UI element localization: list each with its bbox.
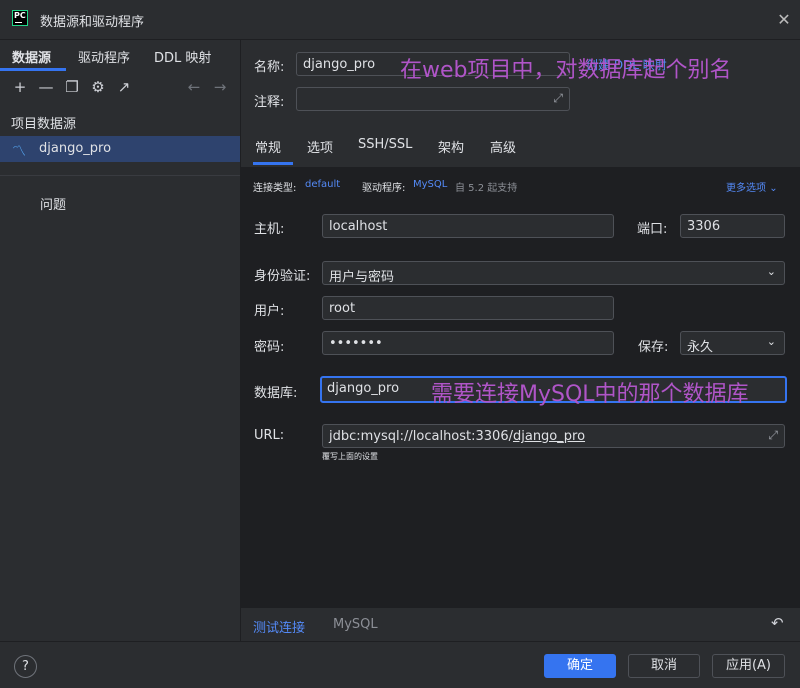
url-input[interactable]: jdbc:mysql://localhost:3306/django_pro ⤢	[322, 424, 785, 448]
ok-button[interactable]: 确定	[544, 654, 616, 678]
user-label: 用户:	[254, 304, 285, 319]
reset-icon[interactable]: ↶	[771, 614, 784, 632]
url-prefix: jdbc:mysql://localhost:3306/	[329, 429, 513, 444]
active-tab-indicator	[0, 68, 66, 71]
divider	[0, 175, 240, 176]
back-arrow-icon[interactable]: ←	[185, 78, 203, 96]
host-input[interactable]: localhost	[322, 214, 614, 238]
more-options-label: 更多选项	[726, 183, 766, 194]
test-connection-link[interactable]: 测试连接	[253, 617, 305, 636]
annotation-database: 需要连接MySQL中的那个数据库	[431, 382, 749, 407]
name-label: 名称:	[254, 60, 285, 75]
auth-value: 用户与密码	[329, 270, 395, 285]
tab-general[interactable]: 常规	[255, 137, 281, 156]
save-value: 永久	[687, 340, 714, 355]
help-icon[interactable]: ?	[14, 655, 37, 678]
problems-item[interactable]: 问题	[40, 194, 66, 213]
url-hint: 覆写上面的设置	[322, 452, 378, 461]
add-icon[interactable]: +	[11, 78, 29, 96]
tab-data-sources[interactable]: 数据源	[12, 47, 51, 66]
dialog-footer: ? 确定 取消 应用(A)	[0, 641, 800, 688]
tab-ssh-ssl[interactable]: SSH/SSL	[358, 137, 412, 152]
annotation-alias: 在web项目中，对数据库起个别名	[400, 58, 732, 83]
expand-icon[interactable]: ⤢	[553, 91, 563, 106]
title-bar: PC 数据源和驱动程序 ✕	[0, 0, 800, 40]
connection-bar: 测试连接 MySQL ↶	[241, 607, 800, 641]
datasource-label: django_pro	[39, 141, 112, 156]
duplicate-icon[interactable]: ❐	[63, 78, 81, 96]
password-input[interactable]: •••••••	[322, 331, 614, 355]
chevron-down-icon: ⌄	[769, 183, 778, 194]
tab-advanced[interactable]: 高级	[490, 137, 516, 156]
tab-ddl-mappings[interactable]: DDL 映射	[154, 47, 211, 66]
forward-arrow-icon[interactable]: →	[211, 78, 229, 96]
dbms-label: MySQL	[333, 617, 378, 632]
host-label: 主机:	[254, 222, 285, 237]
pycharm-logo-icon: PC	[12, 10, 28, 26]
url-label: URL:	[254, 428, 285, 443]
url-database: django_pro	[512, 429, 586, 444]
remove-icon[interactable]: —	[37, 78, 55, 96]
chevron-down-icon: ⌄	[766, 335, 776, 348]
settings-icon[interactable]: ⚙	[89, 78, 107, 96]
database-label: 数据库:	[254, 386, 298, 401]
port-input[interactable]: 3306	[680, 214, 785, 238]
save-select[interactable]: 永久 ⌄	[680, 331, 785, 355]
driver-value[interactable]: MySQL	[413, 179, 447, 190]
port-label: 端口:	[637, 222, 668, 237]
more-options-link[interactable]: 更多选项 ⌄	[726, 179, 778, 194]
apply-button[interactable]: 应用(A)	[712, 654, 785, 678]
chevron-down-icon: ⌄	[766, 265, 776, 278]
save-label: 保存:	[638, 340, 669, 355]
tab-schemas[interactable]: 架构	[438, 137, 464, 156]
driver-label: 驱动程序:	[362, 183, 406, 194]
left-panel: 数据源 驱动程序 DDL 映射 + — ❐ ⚙ ↗ ← → 项目数据源 〽 dj…	[0, 40, 241, 641]
auth-select[interactable]: 用户与密码 ⌄	[322, 261, 785, 285]
tab-options[interactable]: 选项	[307, 137, 333, 156]
tab-drivers[interactable]: 驱动程序	[78, 47, 130, 66]
datasource-item[interactable]: 〽 django_pro	[0, 136, 240, 162]
project-data-sources-heading: 项目数据源	[11, 117, 77, 132]
password-label: 密码:	[254, 340, 285, 355]
auth-label: 身份验证:	[254, 269, 311, 284]
user-input[interactable]: root	[322, 296, 614, 320]
active-tab-indicator	[253, 162, 293, 165]
connection-type-value[interactable]: default	[305, 179, 340, 190]
close-icon[interactable]: ✕	[774, 10, 794, 30]
open-external-icon[interactable]: ↗	[115, 78, 133, 96]
comment-label: 注释:	[254, 95, 285, 110]
connection-type-label: 连接类型:	[253, 183, 297, 194]
driver-version: 自 5.2 起支持	[455, 183, 518, 194]
mysql-dolphin-icon: 〽	[12, 144, 26, 160]
expand-icon[interactable]: ⤢	[768, 428, 778, 443]
cancel-button[interactable]: 取消	[628, 654, 700, 678]
window-title: 数据源和驱动程序	[40, 15, 145, 30]
comment-input[interactable]: ⤢	[296, 87, 570, 111]
